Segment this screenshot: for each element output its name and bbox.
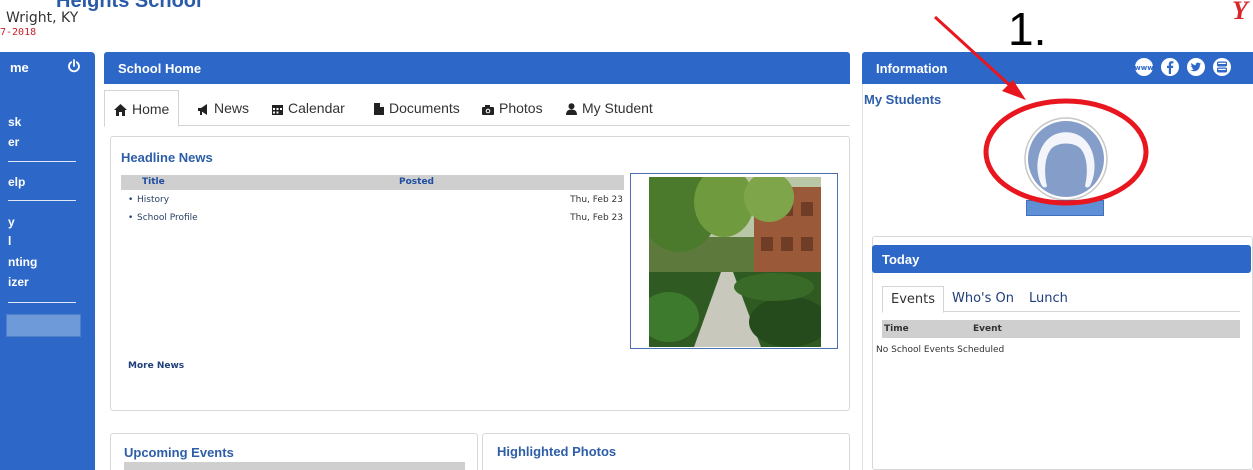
left-sidebar-header: me <box>0 52 95 84</box>
news-table-header: Title Posted <box>121 175 624 190</box>
school-walkway-photo <box>649 177 821 347</box>
tab-my-student[interactable]: My Student <box>566 90 653 126</box>
tab-home[interactable]: Home <box>104 90 180 127</box>
news-title[interactable]: School Profile <box>137 213 198 223</box>
news-bullet: • <box>128 213 134 223</box>
sidebar-item-6[interactable]: nting <box>8 255 37 269</box>
tab-lunch[interactable]: Lunch <box>1029 286 1068 312</box>
tab-calendar[interactable]: Calendar <box>272 90 345 126</box>
tab-documents-label: Documents <box>389 100 460 116</box>
tab-whos-on[interactable]: Who's On <box>952 286 1014 312</box>
user-icon <box>566 103 577 115</box>
upcoming-events-title: Upcoming Events <box>124 445 234 460</box>
news-col-posted: Posted <box>399 177 434 187</box>
tab-photos[interactable]: Photos <box>482 90 543 126</box>
more-news-link[interactable]: More News <box>128 361 184 371</box>
tab-documents[interactable]: Documents <box>374 90 460 126</box>
tab-calendar-label: Calendar <box>288 100 345 116</box>
news-row[interactable]: • School Profile Thu, Feb 23 <box>128 213 623 227</box>
my-students-label: My Students <box>864 92 942 107</box>
school-location: Wright, KY <box>6 10 79 26</box>
document-icon <box>374 103 384 115</box>
twitter-icon[interactable] <box>1186 57 1206 77</box>
highlighted-photos-title: Highlighted Photos <box>497 444 617 459</box>
news-row[interactable]: • History Thu, Feb 23 <box>128 195 623 209</box>
redacted-sidebar-box[interactable] <box>6 314 81 337</box>
sidebar-divider <box>8 200 76 201</box>
tab-news-label: News <box>214 100 250 116</box>
headline-photo-frame[interactable] <box>630 173 838 349</box>
sidebar-item-help[interactable]: elp <box>8 175 25 189</box>
news-bullet: • <box>128 195 134 205</box>
school-year: 7-2018 <box>0 27 37 38</box>
svg-text:www: www <box>1134 64 1154 72</box>
news-date: Thu, Feb 23 <box>570 195 623 205</box>
student-name-redacted[interactable] <box>1026 200 1104 216</box>
district-logo: Y <box>1232 0 1248 25</box>
youtube-icon[interactable] <box>1212 57 1232 77</box>
student-avatar-icon[interactable] <box>1022 116 1110 202</box>
headline-news-title: Headline News <box>121 150 213 165</box>
no-events-message: No School Events Scheduled <box>876 345 1005 355</box>
tab-photos-label: Photos <box>499 100 543 116</box>
sidebar-divider <box>8 302 76 303</box>
left-sidebar: me sk er elp y l nting izer <box>0 52 95 470</box>
sidebar-item-7[interactable]: izer <box>8 275 29 289</box>
events-table-header <box>124 462 465 470</box>
sidebar-item-2[interactable]: er <box>8 135 19 149</box>
news-col-title: Title <box>142 177 165 187</box>
home-icon <box>114 104 127 116</box>
calendar-icon <box>272 105 283 115</box>
annotation-step-number: 1. <box>1008 3 1047 55</box>
sidebar-item-5[interactable]: l <box>8 234 11 248</box>
today-events-header: Time Event <box>882 320 1240 338</box>
sidebar-item-1[interactable]: sk <box>8 115 21 129</box>
today-header: Today <box>872 245 1251 273</box>
today-tabs: Events Who's On Lunch <box>882 286 1240 313</box>
school-home-header: School Home <box>104 52 850 84</box>
today-col-time: Time <box>884 324 909 334</box>
tab-home-label: Home <box>132 101 170 117</box>
school-home-tabs: Home News Calendar Documents Photos My S… <box>104 90 850 127</box>
power-icon[interactable] <box>67 59 81 73</box>
tab-my-student-label: My Student <box>582 100 653 116</box>
facebook-icon[interactable] <box>1160 57 1180 77</box>
tab-events[interactable]: Events <box>882 286 945 313</box>
sidebar-divider <box>8 161 76 162</box>
camera-icon <box>482 105 494 115</box>
news-date: Thu, Feb 23 <box>570 213 623 223</box>
news-title[interactable]: History <box>137 195 169 205</box>
sidebar-item-4[interactable]: y <box>8 215 15 229</box>
megaphone-icon <box>198 104 207 115</box>
today-col-event: Event <box>973 324 1002 334</box>
left-sidebar-title: me <box>10 60 29 75</box>
tab-news[interactable]: News <box>197 90 249 126</box>
web-icon[interactable]: www <box>1134 57 1154 77</box>
